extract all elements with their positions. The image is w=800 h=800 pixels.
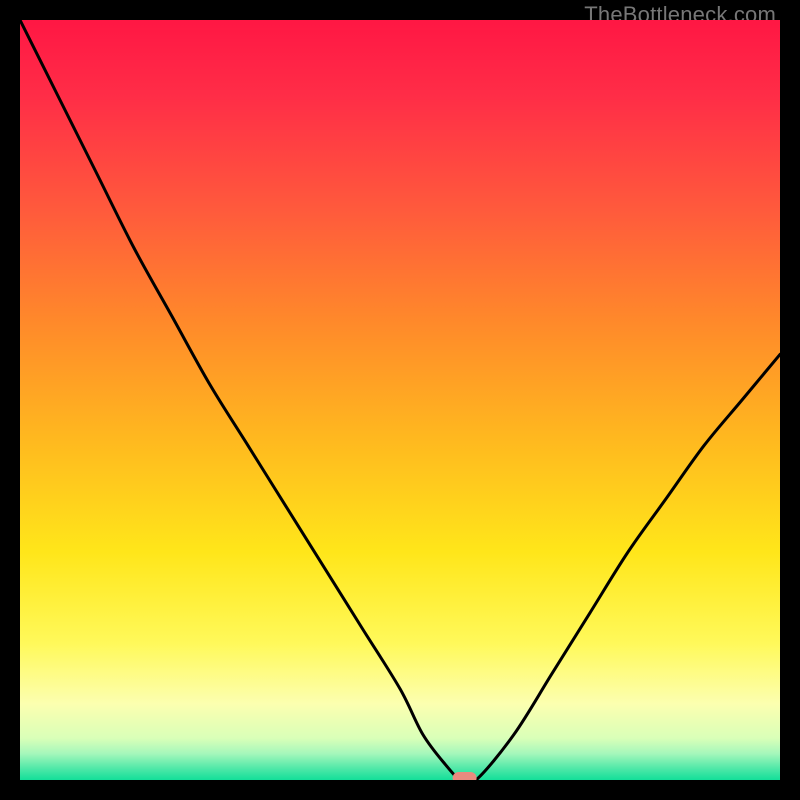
bottleneck-chart [20,20,780,780]
chart-frame [20,20,780,780]
optimum-marker [453,772,477,780]
gradient-background [20,20,780,780]
